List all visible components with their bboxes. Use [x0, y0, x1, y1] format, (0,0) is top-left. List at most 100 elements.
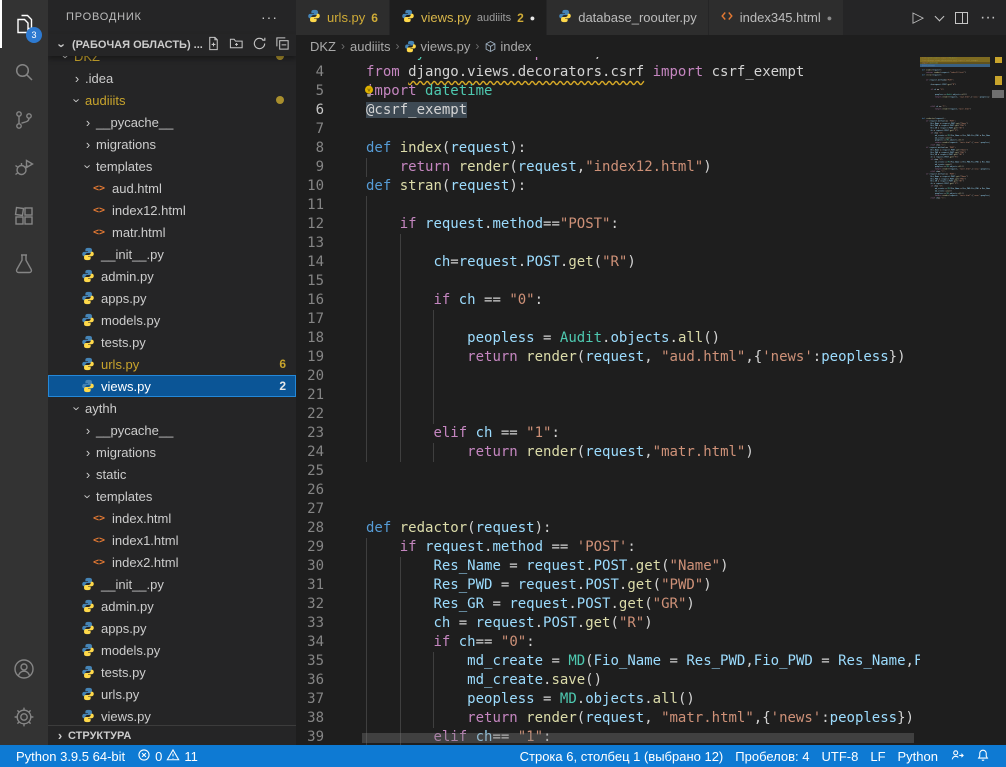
- tree-item-templates[interactable]: ›templates: [48, 485, 296, 507]
- explorer-more-actions-icon[interactable]: ···: [261, 9, 278, 25]
- tree-item-static[interactable]: ›static: [48, 463, 296, 485]
- tree-item-aythh[interactable]: ›aythh: [48, 397, 296, 419]
- python-icon: [80, 621, 96, 635]
- tree-item-label: index2.html: [112, 555, 178, 570]
- source-control-icon: [12, 108, 36, 132]
- breadcrumb-separator: ›: [341, 39, 345, 53]
- activity-search[interactable]: [0, 48, 48, 96]
- eol-sequence[interactable]: LF: [864, 749, 891, 764]
- activity-extensions[interactable]: [0, 192, 48, 240]
- breadcrumb-item[interactable]: views.py: [404, 39, 470, 54]
- tree-item-index-html[interactable]: <>index.html: [48, 507, 296, 529]
- tree-item-index1-html[interactable]: <>index1.html: [48, 529, 296, 551]
- new-folder-icon[interactable]: [229, 36, 244, 54]
- tree-item-tests-py[interactable]: tests.py: [48, 661, 296, 683]
- tab-database-roouter-py[interactable]: database_roouter.py: [547, 0, 709, 35]
- tree-item-models-py[interactable]: models.py: [48, 309, 296, 331]
- outline-section-header[interactable]: › СТРУКТУРА: [48, 725, 296, 745]
- horizontal-scrollbar[interactable]: [362, 733, 914, 743]
- new-file-icon[interactable]: [206, 36, 221, 54]
- tree-item-admin-py[interactable]: admin.py: [48, 265, 296, 287]
- activity-source-control[interactable]: [0, 96, 48, 144]
- modified-dot-icon[interactable]: ●: [530, 13, 535, 23]
- tree-item-migrations[interactable]: ›migrations: [48, 441, 296, 463]
- breadcrumb-item[interactable]: index: [484, 39, 531, 54]
- python-icon: [80, 665, 96, 679]
- tree-item-label: index1.html: [112, 533, 178, 548]
- code-token: [366, 672, 467, 688]
- tree-item--init-py[interactable]: __init__.py: [48, 243, 296, 265]
- chevron-down-icon: ›: [55, 37, 70, 53]
- modified-dot-icon[interactable]: ●: [827, 13, 832, 23]
- code-token: [417, 83, 425, 99]
- more-actions-button[interactable]: ···: [980, 9, 996, 27]
- tree-item-migrations[interactable]: ›migrations: [48, 133, 296, 155]
- python-icon: [401, 9, 415, 26]
- tab-views-py[interactable]: views.pyaudiiits2●: [390, 0, 547, 35]
- problems-indicator[interactable]: 011: [131, 748, 204, 765]
- minimap[interactable]: from aythh.models import MD,Auditfrom dj…: [920, 57, 990, 745]
- code-token: :: [813, 349, 821, 365]
- breadcrumb-item[interactable]: DKZ: [310, 39, 336, 54]
- tree-item-matr-html[interactable]: <>matr.html: [48, 221, 296, 243]
- tree-item-apps-py[interactable]: apps.py: [48, 287, 296, 309]
- code-token: [366, 444, 467, 460]
- indent-guide: [433, 386, 434, 405]
- error-icon: [137, 748, 151, 765]
- indent-guide: [400, 234, 401, 253]
- tree-item--init-py[interactable]: __init__.py: [48, 573, 296, 595]
- tree-item-templates[interactable]: ›templates: [48, 155, 296, 177]
- tree-item-tests-py[interactable]: tests.py: [48, 331, 296, 353]
- workspace-section-header[interactable]: › (РАБОЧАЯ ОБЛАСТЬ) ...: [48, 34, 296, 56]
- code-token: [509, 57, 517, 61]
- tree-item-index12-html[interactable]: <>index12.html: [48, 199, 296, 221]
- tree-item-views-py[interactable]: views.py2: [48, 375, 296, 397]
- python-interpreter[interactable]: Python 3.9.5 64-bit: [10, 749, 131, 764]
- activity-accounts[interactable]: [0, 645, 48, 693]
- breadcrumb-item[interactable]: audiiits: [350, 39, 390, 54]
- code-token: ==: [476, 634, 501, 650]
- code-token: [366, 634, 433, 650]
- tree-item-urls-py[interactable]: urls.py: [48, 683, 296, 705]
- code-line-32: 32 Res_GR = request.POST.get("GR"): [296, 595, 920, 614]
- run-python-file-button[interactable]: ▷: [912, 10, 924, 25]
- activity-testing[interactable]: [0, 240, 48, 288]
- tree-item--pycache-[interactable]: ›__pycache__: [48, 419, 296, 441]
- notifications[interactable]: [970, 748, 996, 765]
- chevron-right-icon: ›: [52, 728, 68, 743]
- indent-guide: [366, 405, 367, 424]
- code-token: render: [459, 159, 510, 175]
- tree-item--idea[interactable]: ›.idea: [48, 67, 296, 89]
- indent-guide: [366, 234, 367, 253]
- cursor-position[interactable]: Строка 6, столбец 1 (выбрано 12): [514, 749, 730, 764]
- warning-icon: [166, 748, 180, 765]
- tab-urls-py[interactable]: urls.py6: [296, 0, 390, 35]
- tree-item-audiiits[interactable]: ›audiiits: [48, 89, 296, 111]
- language-mode[interactable]: Python: [892, 749, 944, 764]
- code-line-text: ch=request.POST.get("R"): [366, 253, 636, 272]
- tree-item-apps-py[interactable]: apps.py: [48, 617, 296, 639]
- tree-item-models-py[interactable]: models.py: [48, 639, 296, 661]
- activity-settings[interactable]: [0, 693, 48, 741]
- split-editor-button[interactable]: [955, 12, 968, 24]
- code-editor[interactable]: 3from aythh.models import MD,Audit4from …: [296, 57, 920, 745]
- overview-ruler[interactable]: [990, 57, 1006, 745]
- feedback[interactable]: [944, 748, 970, 765]
- tree-item-index2-html[interactable]: <>index2.html: [48, 551, 296, 573]
- encoding[interactable]: UTF-8: [816, 749, 865, 764]
- tree-item-views-py[interactable]: views.py: [48, 705, 296, 727]
- collapse-all-icon[interactable]: [275, 36, 290, 54]
- code-token: "POST": [560, 216, 611, 232]
- activity-run-debug[interactable]: [0, 144, 48, 192]
- indentation[interactable]: Пробелов: 4: [729, 749, 815, 764]
- tree-item--pycache-[interactable]: ›__pycache__: [48, 111, 296, 133]
- activity-explorer[interactable]: 3: [0, 0, 48, 48]
- run-dropdown-button[interactable]: [936, 16, 943, 20]
- tree-item-aud-html[interactable]: <>aud.html: [48, 177, 296, 199]
- tab-index345-html[interactable]: index345.html●: [709, 0, 844, 35]
- lightbulb-icon[interactable]: [362, 84, 376, 99]
- refresh-icon[interactable]: [252, 36, 267, 54]
- tree-item-admin-py[interactable]: admin.py: [48, 595, 296, 617]
- tree-item-urls-py[interactable]: urls.py6: [48, 353, 296, 375]
- code-token: ,: [577, 159, 585, 175]
